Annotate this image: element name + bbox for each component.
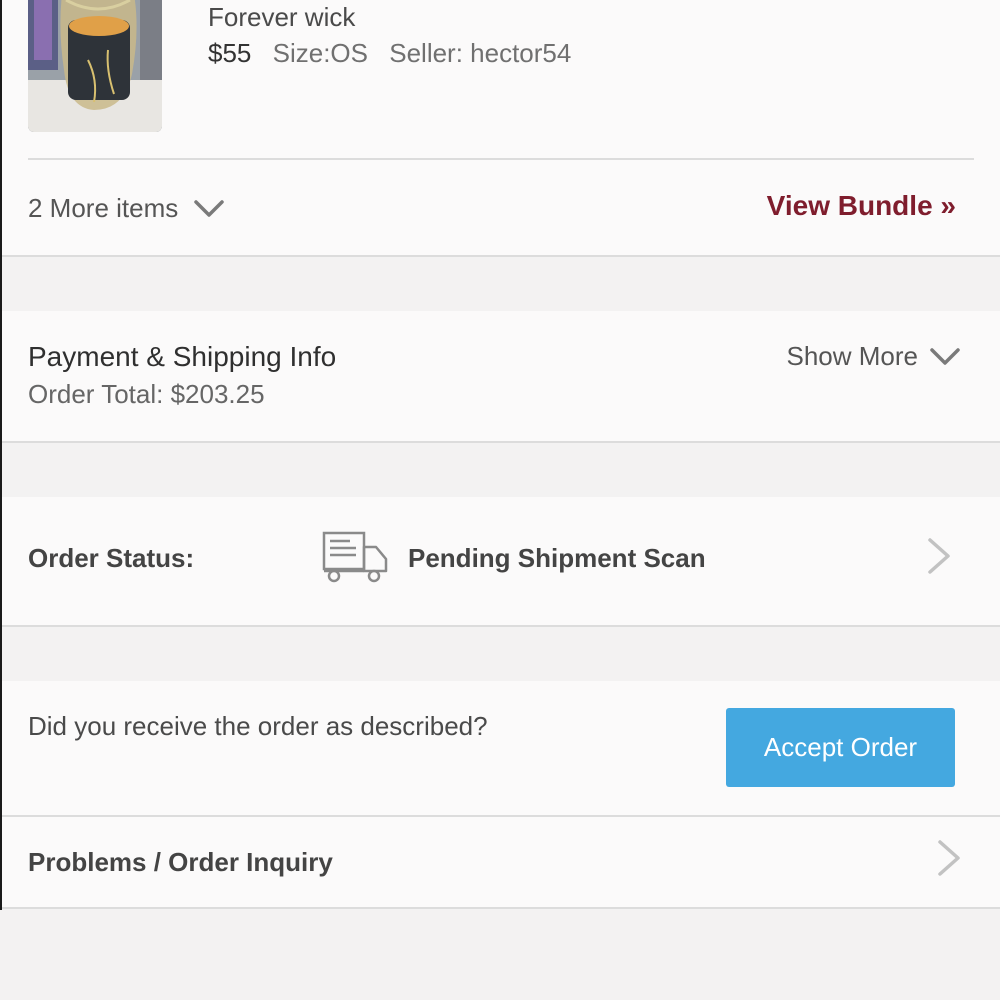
order-inquiry-row[interactable]: Problems / Order Inquiry: [2, 817, 1000, 908]
more-items-label: 2 More items: [28, 193, 179, 223]
item-divider: [28, 158, 974, 160]
chevron-right-icon: [926, 537, 952, 580]
truck-icon: [320, 529, 390, 590]
section-divider: [2, 255, 1000, 257]
item-title[interactable]: Forever wick: [208, 2, 355, 33]
more-items-toggle[interactable]: 2 More items: [28, 193, 225, 224]
payment-shipping-section: Payment & Shipping Info Order Total: $20…: [2, 311, 1000, 443]
order-inquiry-label: Problems / Order Inquiry: [28, 847, 333, 877]
item-thumbnail[interactable]: [28, 0, 162, 132]
show-more-toggle[interactable]: Show More: [787, 341, 961, 372]
item-meta: $55 Size:OS Seller: hector54: [208, 38, 571, 69]
section-divider: [2, 625, 1000, 627]
item-price: $55: [208, 38, 252, 68]
order-status-row[interactable]: Order Status: Pending Shipment Scan: [2, 497, 1000, 627]
accept-order-question: Did you receive the order as described?: [28, 711, 488, 741]
show-more-label: Show More: [786, 341, 919, 371]
order-status-label: Order Status:: [28, 543, 195, 573]
item-size: Size:OS: [272, 38, 368, 68]
item-seller[interactable]: Seller: hector54: [389, 38, 571, 68]
accept-order-section: Did you receive the order as described? …: [2, 681, 1000, 815]
view-bundle-link[interactable]: View Bundle »: [767, 190, 956, 222]
order-total: Order Total: $203.25: [28, 379, 265, 409]
chevron-down-icon: [194, 199, 225, 217]
chevron-right-icon: [936, 839, 962, 882]
order-status-value: Pending Shipment Scan: [408, 543, 706, 573]
candle-photo-image: [28, 0, 162, 132]
order-item-card: Forever wick $55 Size:OS Seller: hector5…: [2, 0, 1000, 255]
payment-shipping-title: Payment & Shipping Info: [28, 341, 337, 372]
accept-order-button[interactable]: Accept Order: [726, 708, 955, 787]
section-divider: [2, 907, 1000, 909]
section-divider: [2, 441, 1000, 443]
chevron-down-icon: [930, 347, 960, 365]
